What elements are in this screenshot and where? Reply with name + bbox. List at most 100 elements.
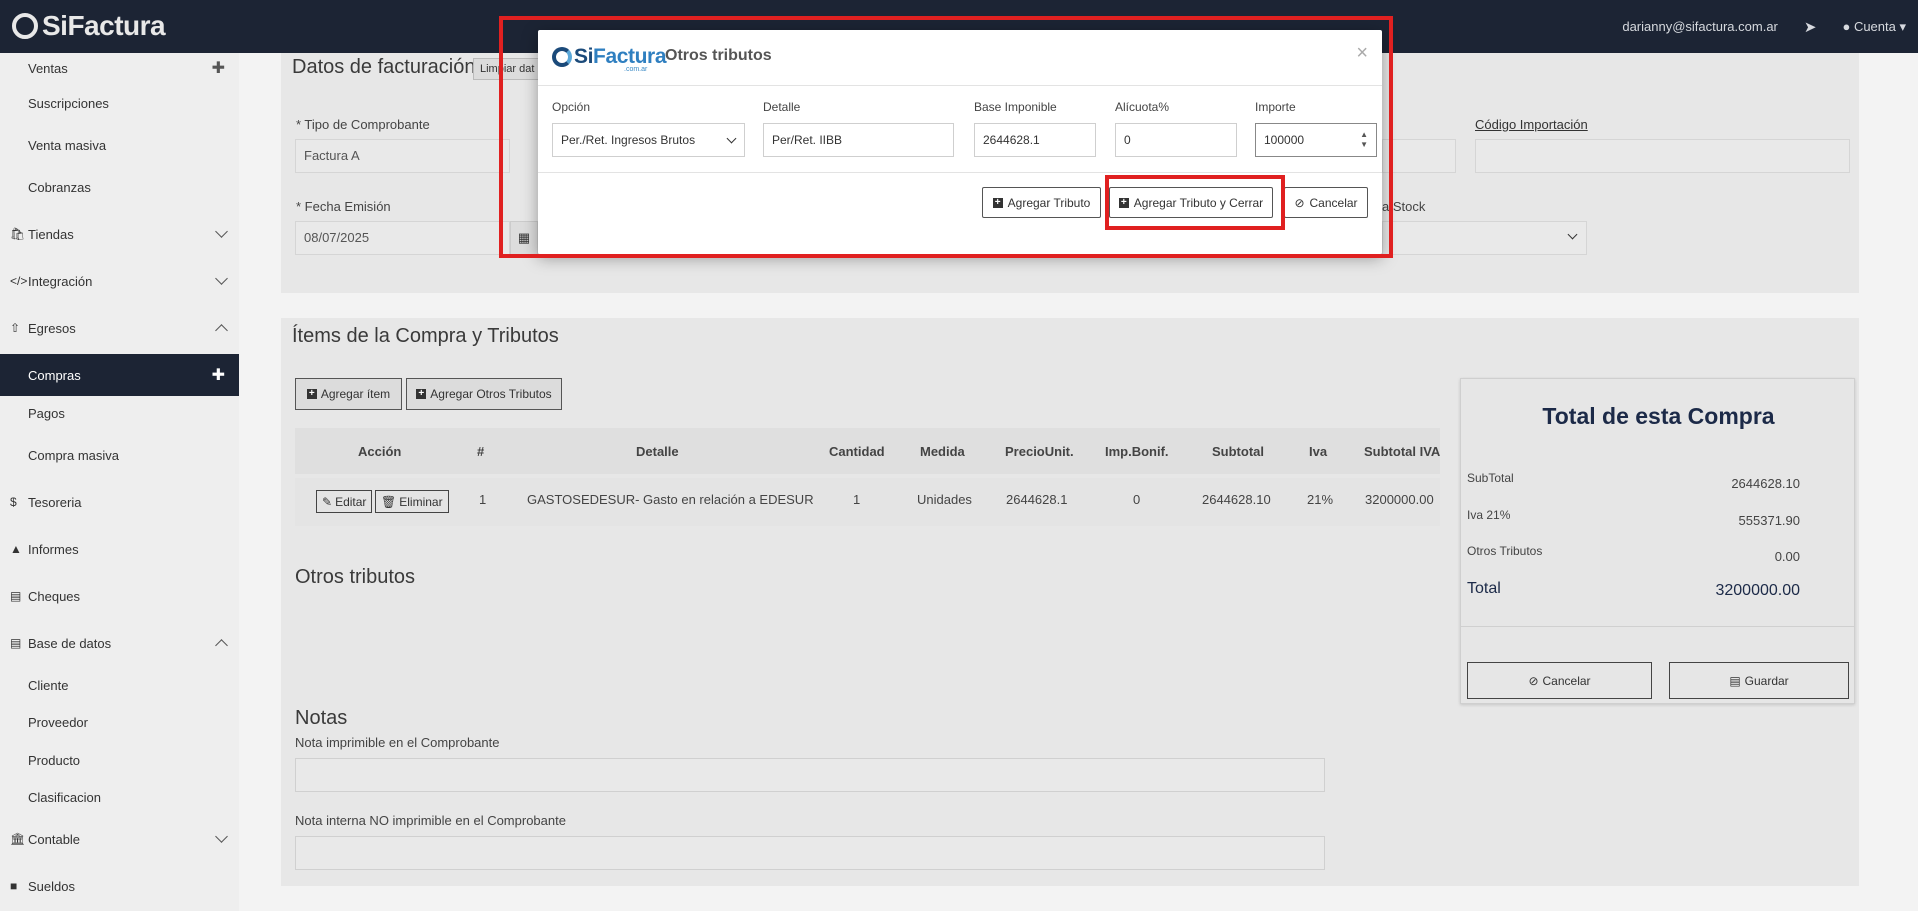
sidebar-item-base-de-datos[interactable]: ▤ Base de datos: [0, 628, 239, 658]
fecha-emision-label: * Fecha Emisión: [296, 199, 391, 214]
dollar-icon: $: [10, 495, 17, 509]
add-item-button[interactable]: + Agregar ítem: [295, 378, 402, 410]
sidebar-item-sueldos[interactable]: ■ Sueldos: [0, 871, 239, 901]
user-email[interactable]: darianny@sifactura.com.ar: [1622, 19, 1778, 34]
iva-label: Iva 21%: [1467, 508, 1511, 522]
paper-plane-icon[interactable]: ➤: [1804, 18, 1817, 36]
brand-name: SiFactura: [42, 10, 166, 41]
sidebar-item-label: Tiendas: [28, 226, 74, 242]
sidebar-item-label: Pagos: [28, 405, 65, 421]
sidebar-item-label: Compra masiva: [28, 447, 120, 463]
delete-label: Eliminar: [399, 494, 443, 509]
sidebar-item-tiendas[interactable]: 🛍 Tiendas: [0, 219, 239, 249]
bank-icon: 🏛: [10, 832, 26, 846]
subtotal-value: 2644628.10: [1731, 476, 1800, 491]
sidebar-item-label: Base de datos: [28, 635, 112, 651]
pencil-icon: ✎: [322, 494, 333, 509]
sidebar-item-venta-masiva[interactable]: Venta masiva: [0, 130, 239, 160]
plus-square-icon: +: [306, 389, 317, 399]
sidebar-item-egresos[interactable]: ⇧ Egresos: [0, 313, 239, 343]
col-detalle: Detalle: [636, 444, 679, 459]
plus-icon[interactable]: ✚: [212, 365, 225, 385]
add-otros-tributos-button[interactable]: + Agregar Otros Tributos: [406, 378, 562, 410]
area-chart-icon: ▲: [10, 542, 22, 556]
sidebar-item-label: Clasificacion: [28, 789, 101, 805]
cancel-purchase-button[interactable]: ⊘ Cancelar: [1467, 662, 1652, 699]
sidebar-item-label: Suscripciones: [28, 95, 109, 111]
otros-tributos-title: Otros tributos: [295, 566, 416, 588]
sidebar-item-label: Informes: [28, 541, 79, 557]
sidebar-item-informes[interactable]: ▲ Informes: [0, 534, 239, 564]
nota-imprimible-input[interactable]: [295, 758, 1325, 792]
sidebar-item-label: Integración: [28, 273, 93, 289]
sidebar-item-cheques[interactable]: ▤ Cheques: [0, 581, 239, 611]
subtotal-label: SubTotal: [1467, 471, 1514, 485]
sidebar-item-label: Cobranzas: [28, 179, 91, 195]
sidebar-item-label: Proveedor: [28, 714, 88, 730]
cell-subtotal-iva: 3200000.00: [1365, 492, 1434, 507]
sidebar-item-label: Compras: [28, 367, 81, 383]
ban-icon: ⊘: [1528, 673, 1539, 688]
sifactura-logo[interactable]: SiFactura: [12, 10, 166, 42]
sidebar-item-proveedor[interactable]: Proveedor: [0, 707, 239, 737]
col-iva: Iva: [1309, 444, 1328, 459]
billing-hidden-field[interactable]: [1382, 139, 1456, 173]
logo-ring-icon: [12, 13, 38, 39]
nota-interna-label: Nota interna NO imprimible en el Comprob…: [295, 813, 566, 828]
save-purchase-button[interactable]: ▤ Guardar: [1669, 662, 1849, 699]
cell-detalle: GASTOSEDESUR- Gasto en relación a EDESUR: [527, 492, 814, 507]
sidebar-item-contable[interactable]: 🏛 Contable: [0, 824, 239, 854]
plus-square-icon: +: [416, 389, 427, 399]
total-divider: [1461, 626, 1854, 627]
account-menu[interactable]: ● Cuenta ▾: [1842, 19, 1906, 35]
sidebar-item-label: Ventas: [28, 60, 68, 76]
fecha-emision-field[interactable]: 08/07/2025: [295, 221, 510, 255]
col-accion: Acción: [358, 444, 402, 459]
sidebar-item-suscripciones[interactable]: Suscripciones: [0, 88, 239, 118]
tipo-comprobante-field[interactable]: Factura A: [295, 139, 510, 173]
chevron-up-icon: [215, 639, 228, 652]
sidebar-item-compras[interactable]: Compras ✚: [0, 354, 239, 396]
nota-interna-input[interactable]: [295, 836, 1325, 870]
items-title: Ítems de la Compra y Tributos: [292, 325, 559, 347]
cancel-label: Cancelar: [1542, 673, 1591, 688]
total-card: Total de esta Compra SubTotal 2644628.10…: [1460, 378, 1855, 704]
col-imp-bonif: Imp.Bonif.: [1105, 444, 1169, 459]
code-icon: </>: [10, 274, 28, 288]
sidebar-item-compra-masiva[interactable]: Compra masiva: [0, 440, 239, 470]
sidebar-item-integracion[interactable]: </> Integración: [0, 266, 239, 296]
edit-label: Editar: [335, 494, 367, 509]
delete-item-button[interactable]: 🗑 Eliminar: [375, 490, 449, 513]
sidebar-item-cliente[interactable]: Cliente: [0, 670, 239, 700]
col-subtotal-iva: Subtotal IVA: [1364, 444, 1441, 459]
shopping-bag-icon: 🛍: [10, 227, 26, 241]
otros-tributos-label: Otros Tributos: [1467, 544, 1543, 558]
nota-imprimible-label: Nota imprimible en el Comprobante: [295, 735, 500, 750]
col-num: #: [477, 444, 485, 459]
plus-icon[interactable]: ✚: [212, 58, 225, 78]
stock-select[interactable]: [1382, 221, 1587, 255]
sidebar-item-label: Sueldos: [28, 878, 75, 894]
col-precio-unit: PrecioUnit.: [1005, 444, 1074, 459]
sidebar-item-clasificacion[interactable]: Clasificacion: [0, 782, 239, 812]
chevron-down-icon: [215, 830, 228, 843]
cell-iva: 21%: [1307, 492, 1334, 507]
add-tributos-label: Agregar Otros Tributos: [430, 387, 552, 401]
sidebar-item-cobranzas[interactable]: Cobranzas: [0, 172, 239, 202]
chevron-down-icon: [1567, 229, 1578, 240]
codigo-importacion-label[interactable]: Código Importación: [1475, 117, 1588, 132]
sidebar-item-ventas[interactable]: Ventas ✚: [0, 53, 239, 83]
edit-item-button[interactable]: ✎ Editar: [316, 490, 373, 513]
cell-subtotal: 2644628.10: [1202, 492, 1271, 507]
billing-title: Datos de facturación: [292, 56, 476, 78]
upload-icon: ⇧: [10, 321, 21, 335]
sidebar-item-label: Cheques: [28, 588, 81, 604]
sidebar-item-producto[interactable]: Producto: [0, 745, 239, 775]
otros-tributos-value: 0.00: [1774, 549, 1800, 564]
book-icon: ■: [10, 879, 18, 893]
sidebar-item-label: Producto: [28, 752, 81, 768]
codigo-importacion-field[interactable]: [1475, 139, 1850, 173]
sidebar-item-pagos[interactable]: Pagos: [0, 398, 239, 428]
cell-bonif: 0: [1133, 492, 1141, 507]
sidebar-item-tesoreria[interactable]: $ Tesoreria: [0, 487, 239, 517]
